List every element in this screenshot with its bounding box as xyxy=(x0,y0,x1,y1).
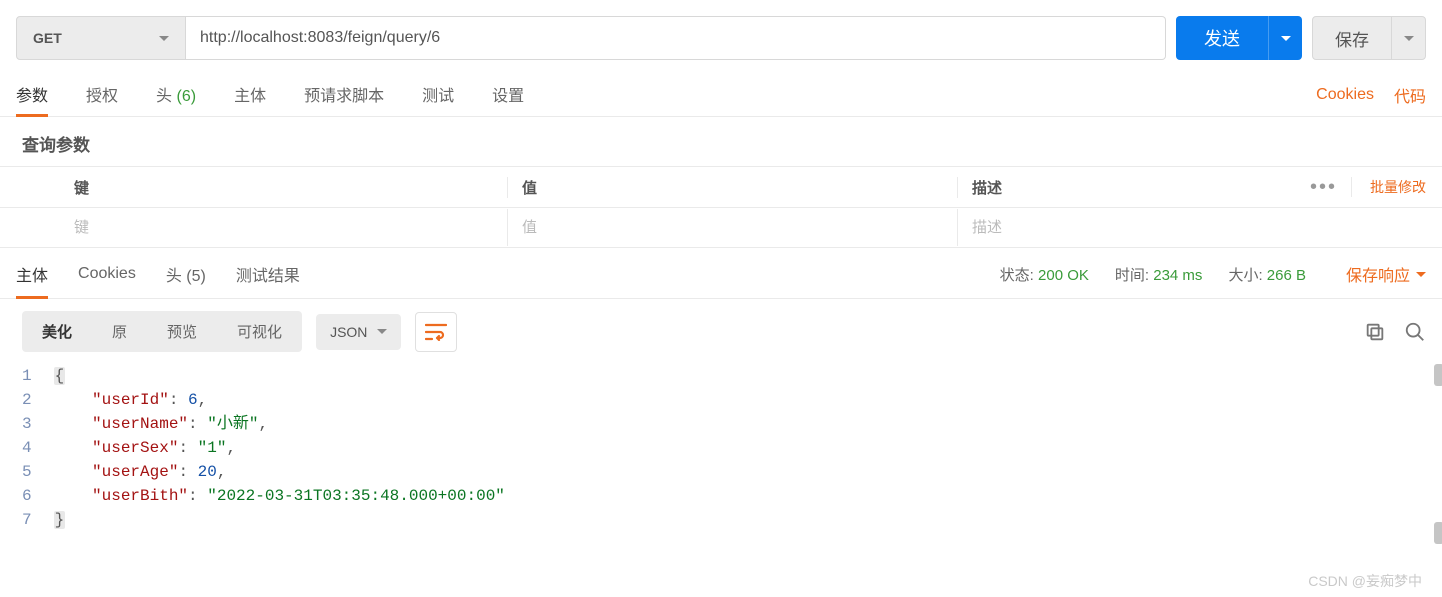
tab-prerequest[interactable]: 预请求脚本 xyxy=(304,74,384,116)
tab-body[interactable]: 主体 xyxy=(234,74,266,116)
chevron-down-icon xyxy=(159,36,169,46)
wrap-lines-button[interactable] xyxy=(415,312,457,352)
chevron-down-icon xyxy=(1281,36,1291,46)
response-tabs: 主体 Cookies 头 (5) 测试结果 状态: 200 OK 时间: 234… xyxy=(0,250,1442,299)
view-pretty[interactable]: 美化 xyxy=(22,311,92,352)
save-button[interactable]: 保存 xyxy=(1313,17,1391,59)
scroll-thumb-top[interactable] xyxy=(1434,364,1442,386)
cookies-link[interactable]: Cookies xyxy=(1316,86,1374,104)
code-link[interactable]: 代码 xyxy=(1394,83,1426,107)
chevron-down-icon xyxy=(377,329,387,339)
watermark: CSDN @妄痴梦中 xyxy=(1308,571,1422,591)
search-icon[interactable] xyxy=(1404,321,1426,343)
param-value-input[interactable] xyxy=(522,209,943,246)
params-input-row xyxy=(0,207,1442,247)
params-table: 键 值 描述 ••• 批量修改 xyxy=(0,166,1442,248)
tab-settings[interactable]: 设置 xyxy=(492,74,524,116)
scrollbar[interactable] xyxy=(1432,364,1442,544)
url-input[interactable] xyxy=(186,16,1166,60)
method-select[interactable]: GET xyxy=(16,16,186,60)
code-content[interactable]: { "userId": 6, "userName": "小新", "userSe… xyxy=(54,364,1426,532)
col-desc: 描述 xyxy=(958,177,1294,198)
tab-params[interactable]: 参数 xyxy=(16,74,48,116)
tab-tests[interactable]: 测试 xyxy=(422,74,454,116)
params-header-row: 键 值 描述 ••• 批量修改 xyxy=(0,167,1442,207)
time-label: 时间: xyxy=(1115,267,1149,284)
save-response-button[interactable]: 保存响应 xyxy=(1346,262,1426,286)
response-code: 1234567 { "userId": 6, "userName": "小新",… xyxy=(0,364,1442,544)
line-gutter: 1234567 xyxy=(22,364,54,532)
save-response-label: 保存响应 xyxy=(1346,262,1410,286)
wrap-icon xyxy=(425,323,447,341)
tab-headers-label: 头 xyxy=(156,88,172,105)
size-label: 大小: xyxy=(1228,267,1262,284)
view-visualize[interactable]: 可视化 xyxy=(217,311,302,352)
request-bar: GET 发送 保存 xyxy=(0,0,1442,74)
more-icon[interactable]: ••• xyxy=(1310,176,1337,199)
col-value: 值 xyxy=(508,177,958,198)
request-tabs: 参数 授权 头 (6) 主体 预请求脚本 测试 设置 Cookies 代码 xyxy=(0,74,1442,117)
save-button-group: 保存 xyxy=(1312,16,1426,60)
status-value: 200 OK xyxy=(1038,267,1089,284)
view-mode-group: 美化 原 预览 可视化 xyxy=(22,311,302,352)
status-group: 状态: 200 OK 时间: 234 ms 大小: 266 B xyxy=(1000,264,1306,285)
param-key-input[interactable] xyxy=(74,209,493,246)
body-toolbar: 美化 原 预览 可视化 JSON xyxy=(0,299,1442,364)
time-value: 234 ms xyxy=(1153,267,1202,284)
format-select[interactable]: JSON xyxy=(316,314,401,350)
tab-headers-count: (6) xyxy=(177,88,197,105)
chevron-down-icon xyxy=(1416,272,1426,282)
col-key: 键 xyxy=(60,177,508,198)
size-value: 266 B xyxy=(1267,267,1306,284)
resp-tab-headers-label: 头 xyxy=(166,268,182,285)
param-desc-input[interactable] xyxy=(972,209,1278,246)
resp-tab-cookies[interactable]: Cookies xyxy=(78,253,136,295)
bulk-edit-link[interactable]: 批量修改 xyxy=(1351,177,1426,197)
query-params-title: 查询参数 xyxy=(0,117,1442,166)
send-button-group: 发送 xyxy=(1176,16,1302,60)
chevron-down-icon xyxy=(1404,36,1414,46)
view-preview[interactable]: 预览 xyxy=(147,311,217,352)
tab-headers[interactable]: 头 (6) xyxy=(156,74,196,116)
send-button[interactable]: 发送 xyxy=(1176,16,1268,60)
save-dropdown[interactable] xyxy=(1391,17,1425,59)
view-raw[interactable]: 原 xyxy=(92,311,147,352)
scroll-thumb-bottom[interactable] xyxy=(1434,522,1442,544)
tab-auth[interactable]: 授权 xyxy=(86,74,118,116)
resp-tab-body[interactable]: 主体 xyxy=(16,250,48,298)
resp-tab-headers[interactable]: 头 (5) xyxy=(166,250,206,298)
resp-tab-headers-count: (5) xyxy=(186,268,206,285)
method-value: GET xyxy=(33,30,62,46)
send-dropdown[interactable] xyxy=(1268,16,1302,60)
format-value: JSON xyxy=(330,324,367,340)
status-label: 状态: xyxy=(1000,267,1034,284)
copy-icon[interactable] xyxy=(1364,321,1386,343)
resp-tab-testresults[interactable]: 测试结果 xyxy=(236,250,300,298)
